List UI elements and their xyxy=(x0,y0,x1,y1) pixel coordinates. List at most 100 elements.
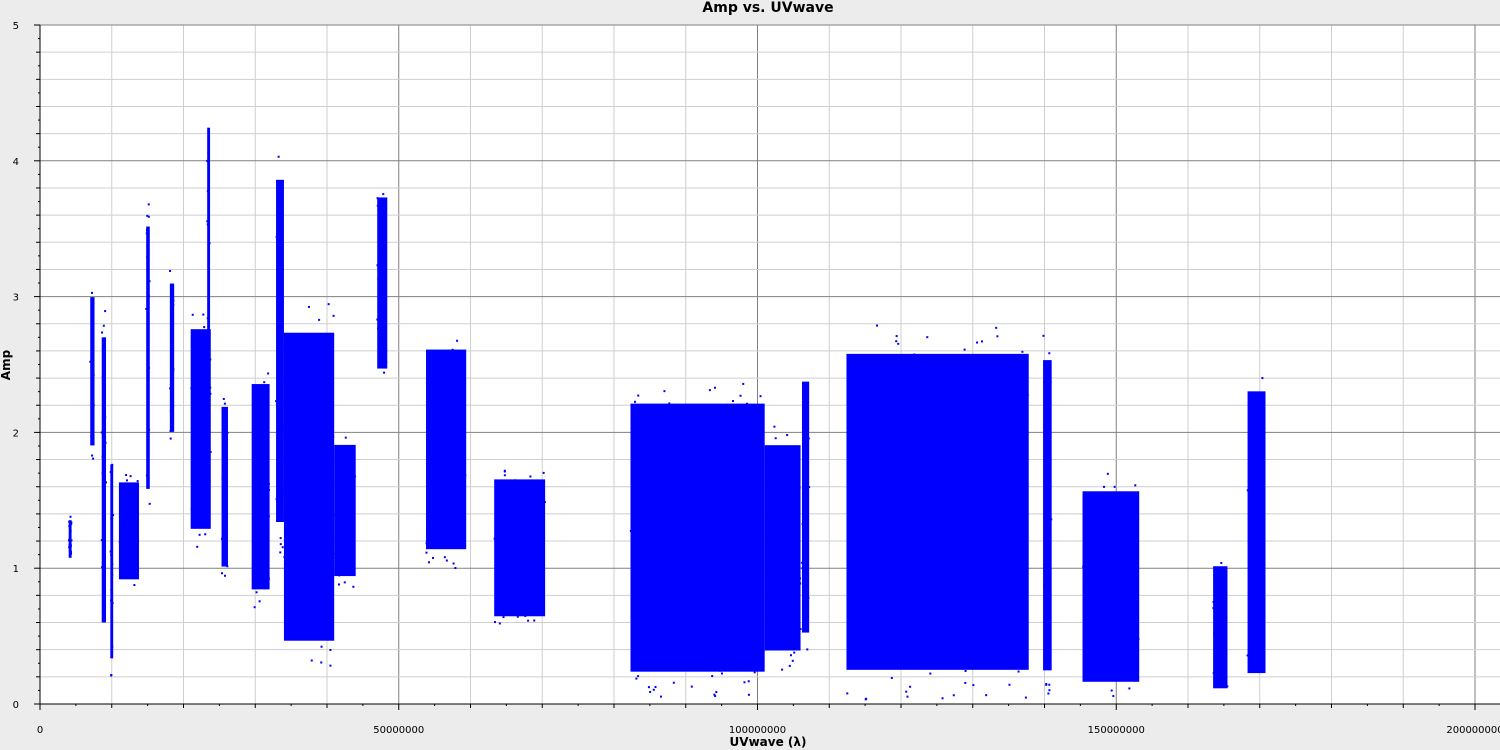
data-point xyxy=(756,474,759,477)
data-point xyxy=(1136,648,1139,651)
data-point xyxy=(206,220,209,223)
data-point xyxy=(509,489,512,492)
data-point xyxy=(1005,577,1008,580)
data-point xyxy=(502,525,505,528)
data-point xyxy=(1050,518,1053,521)
data-point xyxy=(493,537,496,540)
data-point xyxy=(789,654,792,657)
data-point xyxy=(1108,631,1111,634)
data-point xyxy=(798,577,801,580)
data-point xyxy=(322,620,325,623)
data-point xyxy=(995,655,998,658)
data-point xyxy=(653,422,656,425)
data-point xyxy=(1111,636,1114,639)
data-point xyxy=(1122,613,1125,616)
data-point xyxy=(316,356,319,359)
data-point xyxy=(1261,377,1264,380)
data-point xyxy=(377,277,380,280)
point-cluster-core xyxy=(276,179,284,523)
data-point xyxy=(1132,504,1135,507)
data-point xyxy=(506,581,509,584)
data-point xyxy=(539,490,542,493)
data-point xyxy=(208,242,211,245)
data-point xyxy=(892,614,895,617)
data-point xyxy=(1017,498,1020,501)
data-point xyxy=(171,409,174,412)
data-point xyxy=(225,544,228,547)
data-point xyxy=(1045,683,1048,686)
data-point xyxy=(788,588,791,591)
data-point xyxy=(1086,521,1089,524)
data-point xyxy=(204,533,207,536)
data-point xyxy=(124,493,127,496)
data-point xyxy=(92,373,95,376)
data-point xyxy=(1136,527,1139,530)
data-point xyxy=(739,582,742,585)
point-cluster-core xyxy=(1213,566,1228,689)
data-point xyxy=(318,318,321,321)
data-point xyxy=(202,313,205,316)
data-point xyxy=(758,443,761,446)
data-point xyxy=(685,451,688,454)
data-point xyxy=(1009,525,1012,528)
data-point xyxy=(382,193,385,196)
point-cluster xyxy=(425,339,467,570)
data-point xyxy=(1019,571,1022,574)
data-point xyxy=(129,547,132,550)
data-point xyxy=(982,541,985,544)
data-point xyxy=(806,432,809,435)
data-point xyxy=(662,432,665,435)
data-point xyxy=(798,489,801,492)
data-point xyxy=(119,485,122,488)
data-point xyxy=(169,387,172,390)
point-cluster-core xyxy=(764,445,801,651)
point-cluster xyxy=(275,155,285,554)
data-point xyxy=(102,324,105,327)
data-point xyxy=(314,524,317,527)
x-axis-label: UVwave (λ) xyxy=(730,735,807,749)
data-point xyxy=(1216,660,1219,663)
data-point xyxy=(208,480,211,483)
data-point xyxy=(192,510,195,513)
data-point xyxy=(752,604,755,607)
data-point xyxy=(253,606,256,609)
data-point xyxy=(1216,610,1219,613)
data-point xyxy=(502,616,505,619)
data-point xyxy=(104,310,107,313)
data-point xyxy=(169,429,172,432)
data-point xyxy=(385,350,388,353)
data-point xyxy=(281,546,284,549)
data-point xyxy=(306,492,309,495)
data-point xyxy=(801,567,804,570)
data-point xyxy=(454,535,457,538)
data-point xyxy=(292,461,295,464)
data-point xyxy=(1129,594,1132,597)
data-point xyxy=(850,510,853,513)
data-point xyxy=(1248,498,1251,501)
data-point xyxy=(750,529,753,532)
data-point xyxy=(1110,689,1113,692)
data-point xyxy=(197,494,200,497)
data-point xyxy=(692,583,695,586)
point-cluster xyxy=(846,324,1029,701)
data-point xyxy=(792,500,795,503)
data-point xyxy=(169,269,172,272)
data-point xyxy=(1111,571,1114,574)
data-point xyxy=(1110,605,1113,608)
data-point xyxy=(1262,477,1265,480)
data-point xyxy=(931,605,934,608)
data-point xyxy=(313,514,316,517)
point-cluster-core xyxy=(283,332,335,641)
data-point xyxy=(207,360,210,363)
data-point xyxy=(208,347,211,350)
data-point xyxy=(204,348,207,351)
data-point xyxy=(207,128,210,131)
data-point xyxy=(376,318,379,321)
data-point xyxy=(751,450,754,453)
data-point xyxy=(767,519,770,522)
data-point xyxy=(146,394,149,397)
data-point xyxy=(1048,352,1051,355)
data-point xyxy=(803,397,806,400)
data-point xyxy=(967,659,970,662)
data-point xyxy=(738,419,741,422)
